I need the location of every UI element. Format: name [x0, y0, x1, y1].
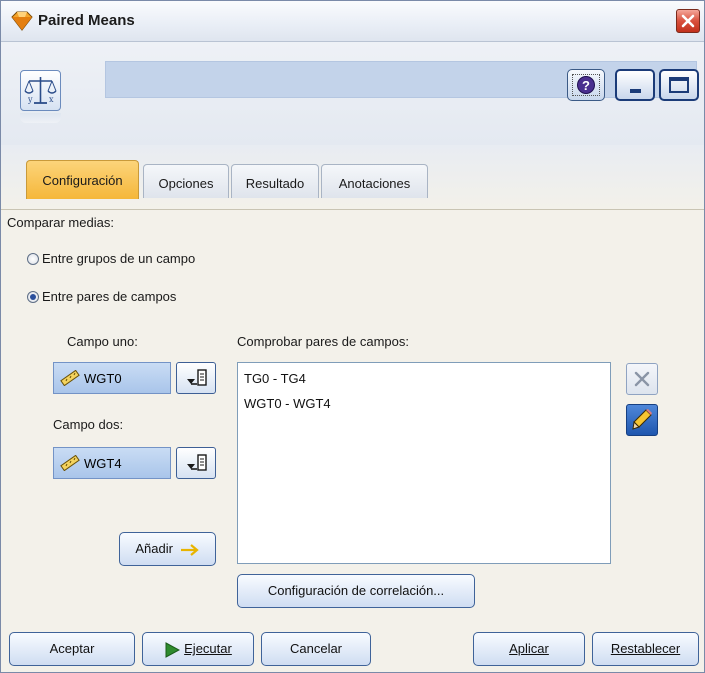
field-one-label: Campo uno: [67, 334, 138, 349]
minimize-button[interactable] [615, 69, 655, 101]
field-picker-icon [187, 369, 207, 386]
close-button[interactable] [676, 9, 700, 33]
radio-between-pairs-label[interactable]: Entre pares de campos [42, 289, 176, 304]
run-button[interactable]: Ejecutar [142, 632, 254, 666]
tab-resultado[interactable]: Resultado [231, 164, 319, 198]
window-title: Paired Means [38, 12, 135, 29]
pairs-list-label: Comprobar pares de campos: [237, 334, 409, 349]
field-two-picker-button[interactable] [176, 447, 216, 479]
close-icon [681, 14, 695, 28]
node-header: y x ? [1, 42, 704, 145]
delete-pair-button[interactable] [626, 363, 658, 395]
cancel-button[interactable]: Cancelar [261, 632, 371, 666]
pencil-icon [632, 409, 652, 430]
scales-icon: y x [24, 77, 57, 104]
play-icon [165, 641, 181, 658]
field-one-picker-button[interactable] [176, 362, 216, 394]
ruler-icon [60, 455, 80, 471]
node-name-field[interactable] [105, 61, 697, 98]
arrow-right-icon [180, 543, 199, 556]
reset-label: Restablecer [610, 641, 681, 656]
tab-strip: Configuración Opciones Resultado Anotaci… [1, 145, 704, 209]
field-one-select[interactable]: WGT0 [53, 362, 171, 394]
add-pair-button[interactable]: Añadir [119, 532, 216, 566]
tab-configuracion[interactable]: Configuración [26, 160, 139, 199]
node-icon-reflection [20, 113, 61, 123]
diamond-node-icon [11, 11, 33, 31]
field-picker-icon [187, 454, 207, 471]
compare-means-label: Comparar medias: [7, 215, 114, 230]
tab-opciones[interactable]: Opciones [143, 164, 229, 198]
maximize-button[interactable] [659, 69, 699, 101]
title-bar[interactable]: Paired Means [1, 1, 704, 42]
radio-between-groups[interactable] [27, 253, 39, 265]
field-two-label: Campo dos: [53, 417, 124, 432]
correlation-settings-button[interactable]: Configuración de correlación... [237, 574, 475, 608]
run-label: Ejecutar [184, 641, 232, 656]
field-pairs-list[interactable]: TG0 - TG4 WGT0 - WGT4 [237, 362, 611, 564]
edit-pair-button[interactable] [626, 404, 658, 436]
field-one-value: WGT0 [84, 371, 122, 386]
help-button[interactable]: ? [567, 69, 605, 101]
help-icon: ? [577, 76, 595, 94]
settings-panel: Comparar medias: Entre grupos de un camp… [1, 209, 704, 672]
apply-label: Aplicar [509, 641, 549, 656]
field-two-value: WGT4 [84, 456, 122, 471]
ruler-icon [60, 370, 80, 386]
list-item[interactable]: TG0 - TG4 [244, 371, 306, 386]
delete-x-icon [634, 371, 650, 387]
minimize-icon [630, 89, 641, 93]
add-pair-label: Añadir [135, 541, 173, 556]
field-two-select[interactable]: WGT4 [53, 447, 171, 479]
svg-text:x: x [49, 95, 54, 104]
ok-button[interactable]: Aceptar [9, 632, 135, 666]
svg-text:y: y [27, 95, 33, 104]
node-icon-frame: y x [20, 70, 61, 111]
list-item[interactable]: WGT0 - WGT4 [244, 396, 331, 411]
radio-between-pairs[interactable] [27, 291, 39, 303]
apply-button[interactable]: Aplicar [473, 632, 585, 666]
radio-between-groups-label[interactable]: Entre grupos de un campo [42, 251, 195, 266]
maximize-icon [669, 77, 689, 93]
paired-means-dialog: Paired Means y x ? Configuración Opcione… [0, 0, 705, 673]
tab-anotaciones[interactable]: Anotaciones [321, 164, 428, 198]
reset-button[interactable]: Restablecer [592, 632, 699, 666]
